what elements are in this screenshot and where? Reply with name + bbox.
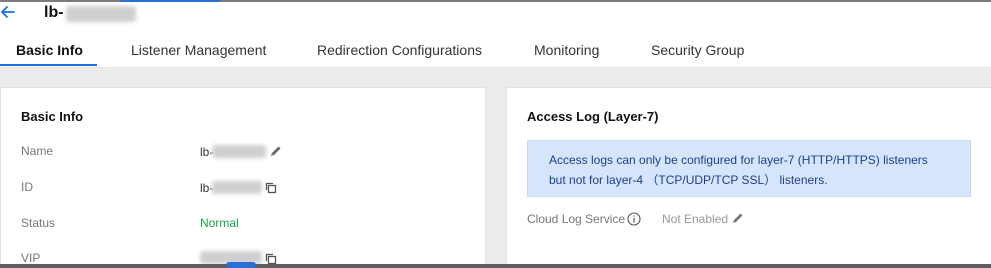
access-log-notice: Access logs can only be configured for l… [527, 140, 971, 197]
tab-bar: Basic Info Listener Management Redirecti… [0, 30, 991, 68]
notice-line-1: Access logs can only be configured for l… [549, 153, 928, 167]
access-log-title: Access Log (Layer-7) [527, 109, 659, 124]
id-label: ID [21, 180, 33, 194]
cloud-log-service-value: Not Enabled [662, 212, 729, 226]
access-log-card: Access Log (Layer-7) Access logs can onl… [506, 87, 991, 268]
status-value: Normal [200, 216, 239, 230]
basic-info-card: Basic Info Name lb- ID lb- Status Normal… [0, 87, 486, 268]
copy-id-icon[interactable] [264, 181, 278, 195]
basic-info-title: Basic Info [21, 109, 84, 124]
name-label: Name [21, 144, 54, 158]
vip-label: VIP [21, 251, 41, 265]
active-tab-indicator [0, 64, 97, 66]
edit-name-pencil-icon[interactable] [269, 144, 283, 158]
redacted-id [212, 181, 262, 194]
redacted-name [212, 145, 266, 158]
info-circle-icon[interactable] [627, 212, 641, 226]
tab-redirection-configurations[interactable]: Redirection Configurations [317, 42, 482, 58]
page-header: lb- [0, 2, 991, 30]
bottom-scroll-pill[interactable] [226, 262, 256, 268]
bottom-window-strip [0, 264, 991, 268]
tab-basic-info[interactable]: Basic Info [16, 42, 83, 58]
back-arrow-icon[interactable] [0, 4, 16, 24]
cloud-log-service-label: Cloud Log Service [527, 212, 626, 226]
tab-listener-management[interactable]: Listener Management [131, 42, 266, 58]
edit-cls-pencil-icon[interactable] [731, 211, 745, 225]
page-title: lb- [44, 4, 64, 21]
tab-security-group[interactable]: Security Group [651, 42, 744, 58]
tab-monitoring[interactable]: Monitoring [534, 42, 599, 58]
status-label: Status [21, 216, 56, 230]
notice-line-2: but not for layer-4 （TCP/UDP/TCP SSL） li… [549, 173, 828, 187]
redacted-title [66, 6, 136, 22]
